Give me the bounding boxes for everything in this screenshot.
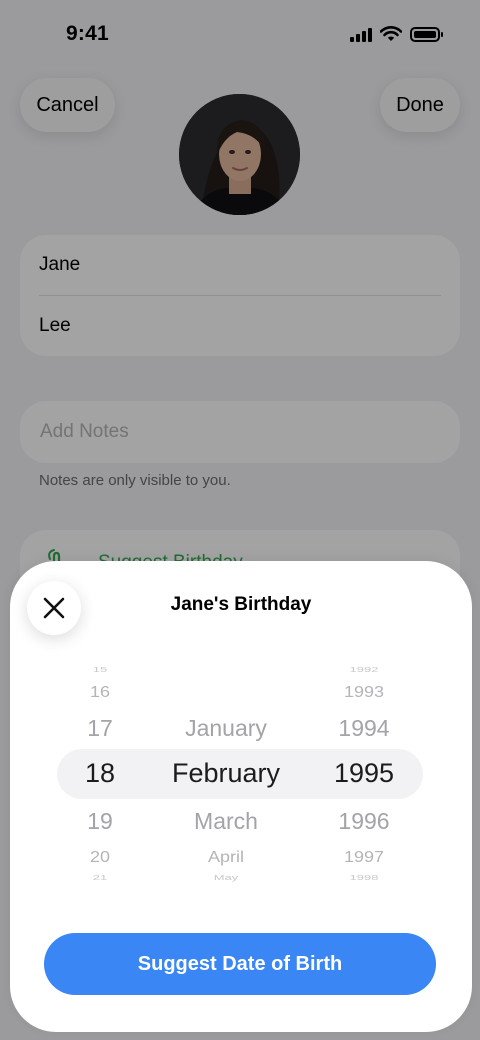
year-option[interactable]: 1993 — [312, 684, 416, 699]
year-wheel[interactable]: 1992 1993 1994 1995 1996 1997 1998 — [312, 657, 416, 887]
day-option[interactable]: 20 — [64, 849, 136, 864]
sheet-title: Jane's Birthday — [170, 594, 312, 615]
day-option[interactable]: 15 — [64, 666, 136, 673]
day-option-selected[interactable]: 18 — [64, 760, 136, 787]
suggest-date-of-birth-button[interactable]: Suggest Date of Birth — [44, 933, 436, 995]
day-option[interactable]: 19 — [64, 810, 136, 833]
day-wheel[interactable]: 15 16 17 18 19 20 21 — [64, 657, 136, 887]
year-option-selected[interactable]: 1995 — [312, 760, 416, 787]
birthday-sheet: Jane's Birthday 15 16 17 18 19 20 21 Jan… — [10, 561, 472, 1032]
year-option[interactable]: 1994 — [312, 717, 416, 740]
year-option[interactable]: 1992 — [312, 666, 416, 673]
year-option[interactable]: 1997 — [312, 849, 416, 864]
month-option[interactable]: January — [146, 717, 306, 740]
day-option[interactable]: 16 — [64, 684, 136, 699]
edit-contact-screen: 9:41 Cancel Done Jane Lee Add Notes Note… — [0, 0, 480, 1040]
year-option[interactable]: 1998 — [312, 874, 416, 881]
month-option[interactable]: March — [146, 810, 306, 833]
day-option[interactable]: 17 — [64, 717, 136, 740]
year-option[interactable]: 1996 — [312, 810, 416, 833]
day-option[interactable]: 21 — [64, 874, 136, 881]
month-option[interactable]: May — [146, 874, 306, 881]
month-wheel[interactable]: January February March April May — [146, 657, 306, 887]
month-option[interactable]: April — [146, 849, 306, 864]
date-picker[interactable]: 15 16 17 18 19 20 21 January February Ma… — [10, 657, 472, 887]
month-option-selected[interactable]: February — [146, 760, 306, 787]
